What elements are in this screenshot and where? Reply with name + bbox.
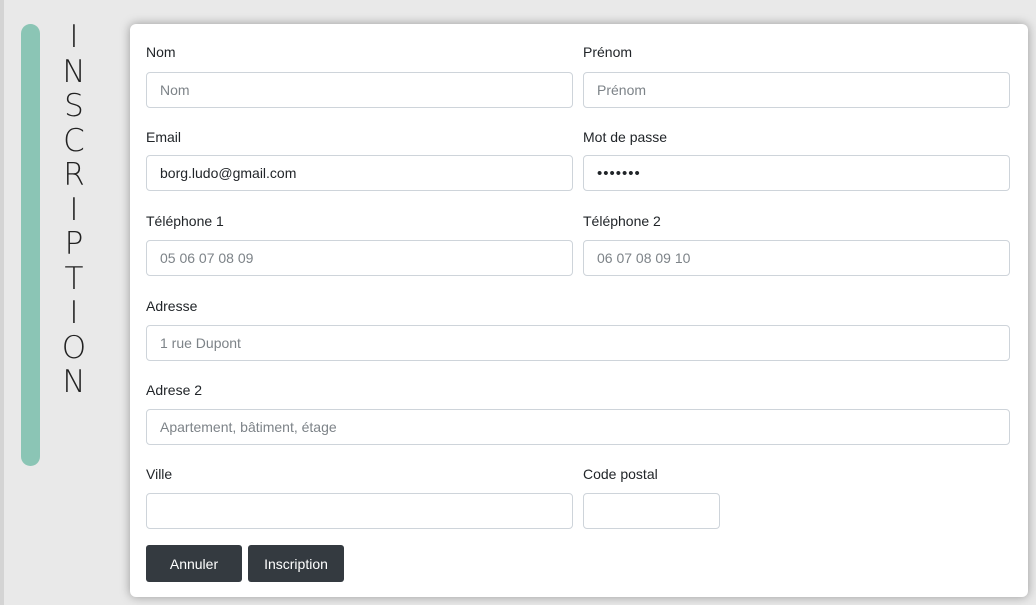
title-letter: C: [63, 122, 85, 159]
ville-label: Ville: [146, 466, 173, 482]
adresse-label: Adresse: [146, 298, 198, 314]
code-postal-label: Code postal: [583, 466, 658, 482]
title-letter: I: [69, 19, 79, 55]
tel1-label: Téléphone 1: [146, 213, 224, 229]
nom-label: Nom: [146, 44, 176, 60]
registration-form: Nom Prénom Email Mot de passe Téléphone …: [130, 24, 1028, 597]
submit-button[interactable]: Inscription: [248, 545, 344, 582]
nom-field[interactable]: [146, 72, 573, 108]
password-field[interactable]: [583, 155, 1010, 191]
password-label: Mot de passe: [583, 129, 668, 145]
accent-bar: [21, 24, 40, 466]
prenom-label: Prénom: [583, 44, 633, 60]
adresse2-field[interactable]: [146, 409, 1010, 445]
tel1-field[interactable]: [146, 240, 573, 276]
title-letter: S: [64, 88, 84, 124]
tel2-field[interactable]: [583, 240, 1010, 276]
code-postal-field[interactable]: [583, 493, 720, 529]
tel2-label: Téléphone 2: [583, 213, 661, 229]
ville-field[interactable]: [146, 493, 573, 529]
left-edge-divider: [0, 0, 4, 605]
title-letter: P: [64, 226, 84, 262]
title-letter: I: [69, 191, 79, 228]
title-letter: N: [62, 364, 86, 400]
adresse-field[interactable]: [146, 325, 1010, 361]
cancel-button[interactable]: Annuler: [146, 545, 242, 582]
email-label: Email: [146, 129, 182, 145]
email-field[interactable]: [146, 155, 573, 191]
title-letter: R: [63, 157, 85, 193]
prenom-field[interactable]: [583, 72, 1010, 108]
title-letter: N: [62, 53, 86, 90]
page-title: I N S C R I P T I O N: [50, 20, 98, 400]
adresse2-label: Adrese 2: [146, 382, 203, 398]
title-letter: T: [64, 260, 84, 297]
title-letter: I: [69, 295, 79, 331]
title-letter: O: [61, 329, 87, 366]
